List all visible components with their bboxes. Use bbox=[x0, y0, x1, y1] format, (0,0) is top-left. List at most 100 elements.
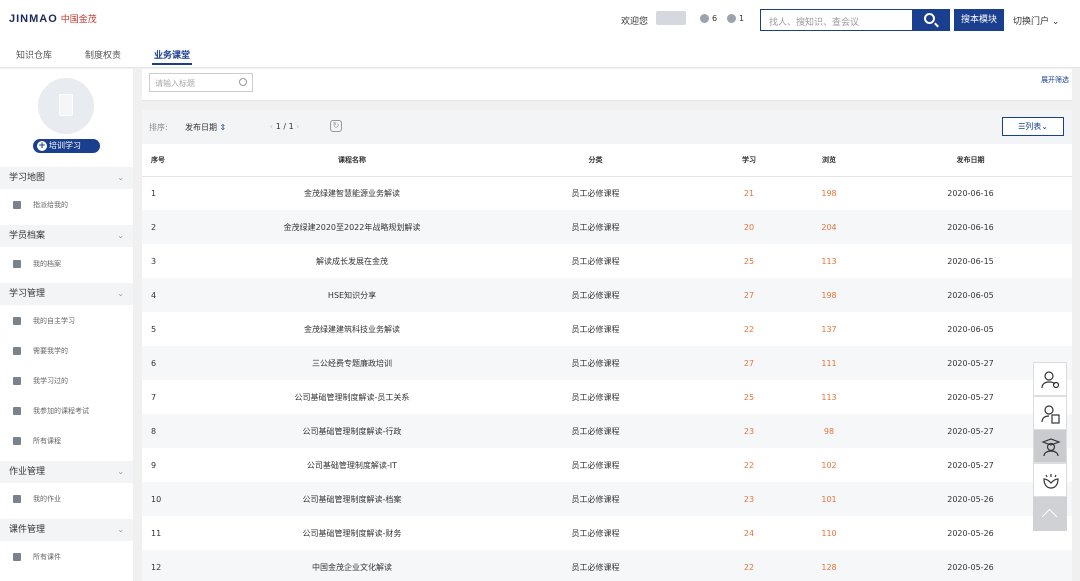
table-row[interactable]: 1 金茂绿建智慧能源业务解读 员工必修课程 21 198 2020-06-16 bbox=[142, 176, 1072, 210]
logo[interactable]: JINMAO 中国金茂 bbox=[9, 12, 97, 25]
col-header-category[interactable]: 分类 bbox=[482, 144, 709, 177]
filter-bar: 请输入标题 展开筛选 bbox=[142, 69, 1072, 101]
list-icon bbox=[13, 347, 21, 355]
cell-publish-date: 2020-06-05 bbox=[947, 324, 994, 334]
cell-no: 10 bbox=[142, 482, 222, 516]
sidebar-group-learning-map[interactable]: 学习地图 ⌄ bbox=[0, 167, 133, 189]
cell-view-count: 204 bbox=[789, 210, 869, 244]
search-button[interactable] bbox=[912, 9, 950, 31]
cell-course-name[interactable]: 中国金茂企业文化解读 bbox=[222, 550, 482, 581]
table-row[interactable]: 3 解读成长发展在金茂 员工必修课程 25 113 2020-06-15 bbox=[142, 244, 1072, 278]
sidebar-item-self-study[interactable]: 我的自主学习 bbox=[0, 310, 133, 332]
cell-publish-date: 2020-06-16 bbox=[947, 188, 994, 198]
cell-study-count: 22 bbox=[743, 460, 755, 470]
cell-no: 1 bbox=[151, 188, 157, 198]
sidebar-group-learning-management[interactable]: 学习管理 ⌄ bbox=[0, 283, 133, 305]
cell-course-name[interactable]: 金茂绿建智慧能源业务解读 bbox=[222, 176, 482, 210]
tab-policy[interactable]: 制度权责 bbox=[85, 48, 121, 61]
table-row[interactable]: 5 金茂绿建建筑科技业务解读 员工必修课程 22 137 2020-06-05 bbox=[142, 312, 1072, 346]
cell-category: 员工必修课程 bbox=[482, 210, 709, 244]
cell-course-name[interactable]: 公司基础管理制度解读-档案 bbox=[222, 482, 482, 516]
sidebar-group-student-file[interactable]: 学员档案 ⌄ bbox=[0, 225, 133, 247]
col-header-views[interactable]: 浏览 bbox=[789, 144, 869, 177]
table-row[interactable]: 10 公司基础管理制度解读-档案 员工必修课程 23 101 2020-05-26 bbox=[142, 482, 1072, 516]
cell-course-name[interactable]: 公司基础管理制度解读-员工关系 bbox=[222, 380, 482, 414]
notification-count[interactable]: 1 bbox=[727, 14, 744, 23]
chevron-down-icon: ⌄ bbox=[117, 467, 124, 476]
cell-study-count: 23 bbox=[709, 482, 789, 516]
top-bar: JINMAO 中国金茂 欢迎您 6 1 找人、搜知识、查会议 搜本模块 切换门户 … bbox=[0, 0, 1080, 42]
cell-view-count: 110 bbox=[821, 528, 837, 538]
user-document-icon[interactable] bbox=[1033, 396, 1067, 430]
cell-course-name[interactable]: 公司基础管理制度解读-行政 bbox=[222, 414, 482, 448]
table-row[interactable]: 4 HSE知识分享 员工必修课程 27 198 2020-06-05 bbox=[142, 278, 1072, 312]
username-blurred bbox=[656, 11, 686, 25]
tab-business-class[interactable]: 业务课堂 bbox=[151, 48, 193, 65]
cell-course-name[interactable]: 金茂绿建建筑科技业务解读 bbox=[222, 312, 482, 346]
table-row[interactable]: 7 公司基础管理制度解读-员工关系 员工必修课程 25 113 2020-05-27 bbox=[142, 380, 1072, 414]
refresh-icon[interactable]: ↻ bbox=[330, 120, 342, 132]
cell-study-count: 22 bbox=[709, 550, 789, 581]
cell-category: 员工必修课程 bbox=[482, 482, 709, 516]
switch-portal-dropdown[interactable]: 切换门户 ⌄ bbox=[1013, 14, 1059, 27]
table-row[interactable]: 6 三公经费专题廉政培训 员工必修课程 27 111 2020-05-27 bbox=[142, 346, 1072, 380]
col-header-name[interactable]: 课程名称 bbox=[222, 144, 482, 177]
cell-course-name[interactable]: HSE知识分享 bbox=[222, 278, 482, 312]
sidebar-item-all-courses[interactable]: 所有课程 bbox=[0, 430, 133, 452]
sort-dropdown[interactable]: 发布日期 ⇕ bbox=[185, 122, 226, 133]
col-header-no[interactable]: 序号 bbox=[142, 144, 222, 177]
table-row[interactable]: 8 公司基础管理制度解读-行政 员工必修课程 23 98 2020-05-27 bbox=[142, 414, 1072, 448]
cell-category: 员工必修课程 bbox=[571, 188, 620, 198]
message-count[interactable]: 6 bbox=[700, 14, 717, 23]
sidebar-item-assigned[interactable]: 指派给我的 bbox=[0, 194, 133, 216]
cell-category: 员工必修课程 bbox=[571, 256, 620, 266]
cell-study-count: 24 bbox=[743, 528, 755, 538]
cell-category: 员工必修课程 bbox=[571, 460, 620, 470]
col-header-date[interactable]: 发布日期 bbox=[869, 144, 1072, 177]
sidebar-item-my-homework[interactable]: 我的作业 bbox=[0, 488, 133, 510]
table-row[interactable]: 2 金茂绿建2020至2022年战略规划解读 员工必修课程 20 204 2020-06-… bbox=[142, 210, 1072, 244]
sidebar-item-studied[interactable]: 我学习过的 bbox=[0, 370, 133, 392]
cell-course-name[interactable]: 解读成长发展在金茂 bbox=[222, 244, 482, 278]
user-settings-icon[interactable] bbox=[1033, 362, 1067, 396]
prev-page-icon[interactable]: ‹ bbox=[270, 122, 273, 131]
cell-view-count: 111 bbox=[789, 346, 869, 380]
user-exam-icon bbox=[13, 407, 21, 415]
cell-no: 5 bbox=[151, 324, 157, 334]
tab-knowledge[interactable]: 知识仓库 bbox=[16, 48, 52, 61]
table-row[interactable]: 9 公司基础管理制度解读-IT 员工必修课程 22 102 2020-05-27 bbox=[142, 448, 1072, 482]
col-header-study[interactable]: 学习 bbox=[709, 144, 789, 177]
sidebar-item-required[interactable]: 需要我学的 bbox=[0, 340, 133, 362]
search-icon[interactable] bbox=[239, 78, 247, 86]
sidebar-item-my-file[interactable]: 我的档案 bbox=[0, 253, 133, 275]
expand-filter-link[interactable]: 展开筛选 bbox=[1041, 75, 1069, 85]
chevron-down-icon: ⌄ bbox=[117, 289, 124, 298]
cell-course-name[interactable]: 公司基础管理制度解读-IT bbox=[222, 448, 482, 482]
table-row[interactable]: 12 中国金茂企业文化解读 员工必修课程 22 128 2020-05-26 bbox=[142, 550, 1072, 581]
cell-publish-date: 2020-05-26 bbox=[869, 550, 1072, 581]
lotus-icon[interactable] bbox=[1033, 463, 1067, 497]
back-to-top-icon[interactable] bbox=[1033, 497, 1067, 531]
chevron-down-icon: ⌄ bbox=[117, 173, 124, 182]
course-table-panel: 排序: 发布日期 ⇕ ‹ 1 / 1 › ↻ ☰列表⌄ 序号 课程名称 分类 学… bbox=[142, 110, 1072, 581]
search-module-button[interactable]: 搜本模块 bbox=[954, 9, 1004, 31]
next-page-icon[interactable]: › bbox=[296, 122, 299, 131]
sidebar-item-all-courseware[interactable]: 所有课件 bbox=[0, 546, 133, 568]
pagination: ‹ 1 / 1 › bbox=[270, 122, 300, 131]
graduate-icon[interactable] bbox=[1033, 429, 1067, 463]
sidebar-group-courseware[interactable]: 课件管理 ⌄ bbox=[0, 519, 133, 541]
cell-study-count: 20 bbox=[709, 210, 789, 244]
search-input[interactable]: 找人、搜知识、查会议 bbox=[760, 9, 912, 31]
sort-toolbar: 排序: 发布日期 ⇕ ‹ 1 / 1 › ↻ ☰列表⌄ bbox=[142, 110, 1072, 144]
training-button[interactable]: + 培训学习 bbox=[33, 139, 100, 153]
cell-course-name[interactable]: 金茂绿建2020至2022年战略规划解读 bbox=[222, 210, 482, 244]
table-row[interactable]: 11 公司基础管理制度解读-财务 员工必修课程 24 110 2020-05-26 bbox=[142, 516, 1072, 550]
nav-tabs: 知识仓库 制度权责 业务课堂 bbox=[0, 42, 1080, 68]
cell-course-name[interactable]: 三公经费专题廉政培训 bbox=[222, 346, 482, 380]
sidebar-group-homework[interactable]: 作业管理 ⌄ bbox=[0, 461, 133, 483]
title-search-input[interactable]: 请输入标题 bbox=[149, 73, 253, 92]
list-view-dropdown[interactable]: ☰列表⌄ bbox=[1002, 117, 1064, 136]
sidebar-item-exams[interactable]: 我参加的课程考试 bbox=[0, 400, 133, 422]
user-icon bbox=[13, 201, 21, 209]
cell-course-name[interactable]: 公司基础管理制度解读-财务 bbox=[222, 516, 482, 550]
